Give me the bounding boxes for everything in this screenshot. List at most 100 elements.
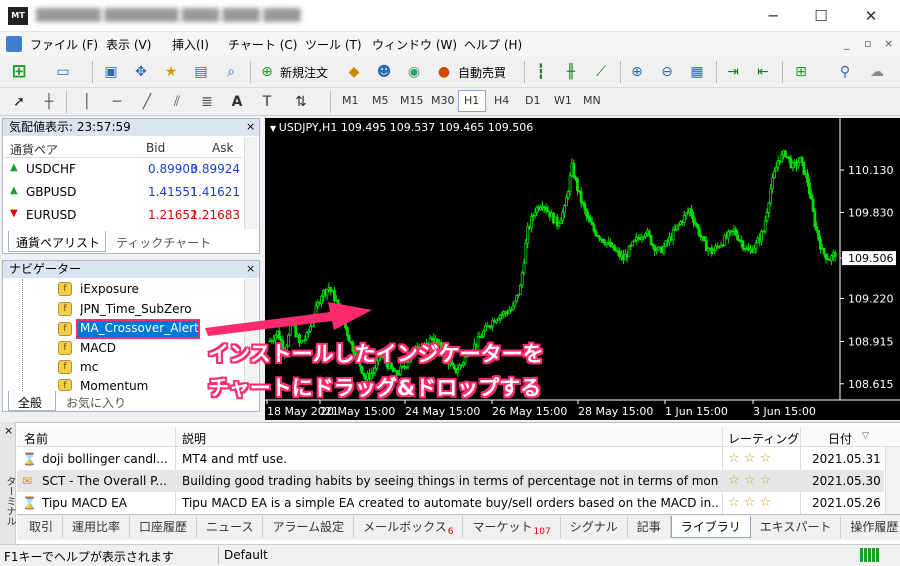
tab-tick-chart[interactable]: ティックチャート xyxy=(116,234,211,251)
tile-windows-icon[interactable]: ▦ xyxy=(686,61,708,83)
column-description[interactable]: 説明 xyxy=(182,430,206,447)
terminal-tab-label: アラーム設定 xyxy=(272,520,345,534)
terminal-close-icon[interactable]: × xyxy=(4,424,13,437)
candle-body xyxy=(671,229,675,241)
terminal-tab[interactable]: 運用比率 xyxy=(63,516,131,538)
mdi-close-button[interactable]: × xyxy=(884,37,893,50)
terminal-tab[interactable]: マーケット107 xyxy=(463,516,561,538)
metaeditor-icon[interactable]: ◆ xyxy=(343,61,365,83)
rating-stars-icon: ☆ ☆ ☆ xyxy=(728,495,772,510)
strategy-tester-icon[interactable]: ⌕ xyxy=(220,61,242,83)
navigator-item-selected[interactable]: MA_Crossover_Alert xyxy=(78,321,198,337)
chart-shift-icon[interactable]: ⇤ xyxy=(752,61,774,83)
terminal-tab[interactable]: 操作履歴 xyxy=(841,516,900,538)
candlestick-icon[interactable]: ╫ xyxy=(560,61,582,83)
minimize-button[interactable]: ─ xyxy=(750,0,796,32)
navigator-item[interactable]: iExposure xyxy=(80,282,139,296)
horizontal-line-icon[interactable]: ─ xyxy=(106,91,128,113)
timeframe-mn[interactable]: MN xyxy=(583,94,601,107)
column-ask[interactable]: Ask xyxy=(212,141,233,155)
terminal-tab[interactable]: シグナル xyxy=(561,516,628,538)
menu-help[interactable]: ヘルプ (H) xyxy=(464,36,522,54)
menu-insert[interactable]: 挿入(I) xyxy=(172,36,209,54)
search-icon[interactable]: ⚲ xyxy=(834,61,856,83)
zoom-out-icon[interactable]: ⊖ xyxy=(656,61,678,83)
community-icon[interactable]: ☻ xyxy=(373,61,395,83)
autoscroll-icon[interactable]: ⇥ xyxy=(722,61,744,83)
candle-body xyxy=(815,226,819,231)
timeframe-w1[interactable]: W1 xyxy=(554,94,572,107)
cursor-icon[interactable]: ➚ xyxy=(8,91,30,113)
pair-name[interactable]: GBPUSD xyxy=(26,185,76,199)
sort-icon[interactable]: ▽ xyxy=(862,431,869,441)
timeframe-m30[interactable]: M30 xyxy=(431,94,455,107)
mdi-restore-button[interactable]: ▫ xyxy=(864,37,871,50)
terminal-tab[interactable]: メールボックス6 xyxy=(354,516,464,538)
chat-icon[interactable]: ☁ xyxy=(866,61,888,83)
navigator-item[interactable]: MACD xyxy=(80,341,116,355)
indicators-icon[interactable]: ⊞ xyxy=(790,61,812,83)
navigator-close-icon[interactable]: × xyxy=(246,262,255,275)
arrows-tool-icon[interactable]: ⇅ xyxy=(290,91,312,113)
signals-icon[interactable]: ◉ xyxy=(403,61,425,83)
line-chart-icon[interactable]: ⟋ xyxy=(590,61,612,83)
terminal-tab[interactable]: ライブラリ xyxy=(670,516,751,538)
zoom-in-icon[interactable]: ⊕ xyxy=(626,61,648,83)
channel-icon[interactable]: ⫽ xyxy=(166,91,188,113)
new-order-icon[interactable]: ⊕ xyxy=(256,61,278,83)
text-tool-icon[interactable]: A xyxy=(226,91,248,113)
terminal-tab[interactable]: 記事 xyxy=(628,516,671,538)
column-bid[interactable]: Bid xyxy=(146,141,165,155)
market-watch-close-icon[interactable]: × xyxy=(246,120,255,133)
menu-file[interactable]: ファイル (F) xyxy=(30,36,98,54)
pair-name[interactable]: USDCHF xyxy=(26,162,76,176)
column-pair[interactable]: 通貨ペア xyxy=(10,141,58,158)
navigator-icon[interactable]: ★ xyxy=(160,61,182,83)
bar-chart-icon[interactable]: ┇ xyxy=(530,61,552,83)
auto-trade-button[interactable]: 自動売買 xyxy=(458,64,506,81)
timeframe-h4[interactable]: H4 xyxy=(494,94,509,107)
menu-view[interactable]: 表示 (V) xyxy=(106,36,151,54)
new-order-button[interactable]: 新規注文 xyxy=(280,64,328,81)
timeframe-m15[interactable]: M15 xyxy=(400,94,424,107)
text-label-icon[interactable]: T xyxy=(256,91,278,113)
column-rating[interactable]: レーティング xyxy=(728,430,799,447)
close-button[interactable]: ✕ xyxy=(848,0,894,32)
tab-favorites[interactable]: お気に入り xyxy=(66,394,126,411)
market-watch-scrollbar[interactable] xyxy=(244,137,258,229)
navigator-item[interactable]: Momentum xyxy=(80,379,148,392)
trendline-icon[interactable]: ╱ xyxy=(136,91,158,113)
fibonacci-icon[interactable]: ≣ xyxy=(196,91,218,113)
terminal-tab[interactable]: 口座履歴 xyxy=(130,516,198,538)
maximize-button[interactable]: ☐ xyxy=(798,0,844,32)
column-date[interactable]: 日付 xyxy=(828,430,852,447)
chart-window-icon[interactable] xyxy=(6,36,22,52)
timeframe-d1[interactable]: D1 xyxy=(525,94,540,107)
data-window-icon[interactable]: ✥ xyxy=(130,61,152,83)
pair-name[interactable]: EURUSD xyxy=(26,208,76,222)
column-name[interactable]: 名前 xyxy=(24,430,48,447)
terminal-tab[interactable]: 取引 xyxy=(20,516,64,538)
terminal-icon[interactable]: ▤ xyxy=(190,61,212,83)
navigator-item[interactable]: JPN_Time_SubZero xyxy=(80,302,192,316)
timeframe-m1[interactable]: M1 xyxy=(342,94,359,107)
terminal-tab[interactable]: ニュース xyxy=(197,516,264,538)
navigator-item[interactable]: mc xyxy=(80,360,98,374)
connection-status-icon[interactable] xyxy=(860,548,882,562)
timeframe-h1[interactable]: H1 xyxy=(464,94,479,107)
menu-tools[interactable]: ツール (T) xyxy=(305,36,362,54)
crosshair-icon[interactable]: ┼ xyxy=(38,91,60,113)
market-watch-icon[interactable]: ▣ xyxy=(100,61,122,83)
menu-chart[interactable]: チャート (C) xyxy=(228,36,297,54)
terminal-tab[interactable]: エキスパート xyxy=(751,516,842,538)
status-profile[interactable]: Default xyxy=(224,548,268,562)
mdi-minimize-button[interactable]: _ xyxy=(844,37,850,50)
profiles-icon[interactable]: ▭ xyxy=(52,61,74,83)
timeframe-m5[interactable]: M5 xyxy=(372,94,389,107)
terminal-tab[interactable]: アラーム設定 xyxy=(263,516,355,538)
auto-trade-icon[interactable]: ● xyxy=(433,61,455,83)
new-chart-icon[interactable]: ⊞ xyxy=(8,61,30,83)
vertical-line-icon[interactable]: │ xyxy=(76,91,98,113)
menu-window[interactable]: ウィンドウ (W) xyxy=(372,36,457,54)
terminal-scrollbar[interactable] xyxy=(885,447,900,519)
